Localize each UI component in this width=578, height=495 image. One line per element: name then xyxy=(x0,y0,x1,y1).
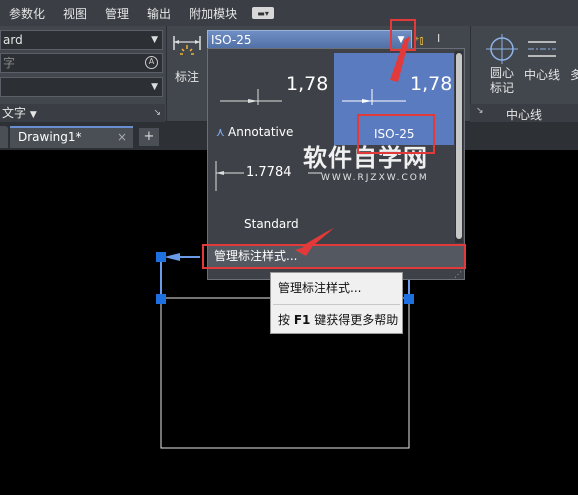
annotation-arrows xyxy=(295,36,410,256)
red-arrow-icon xyxy=(390,36,410,82)
